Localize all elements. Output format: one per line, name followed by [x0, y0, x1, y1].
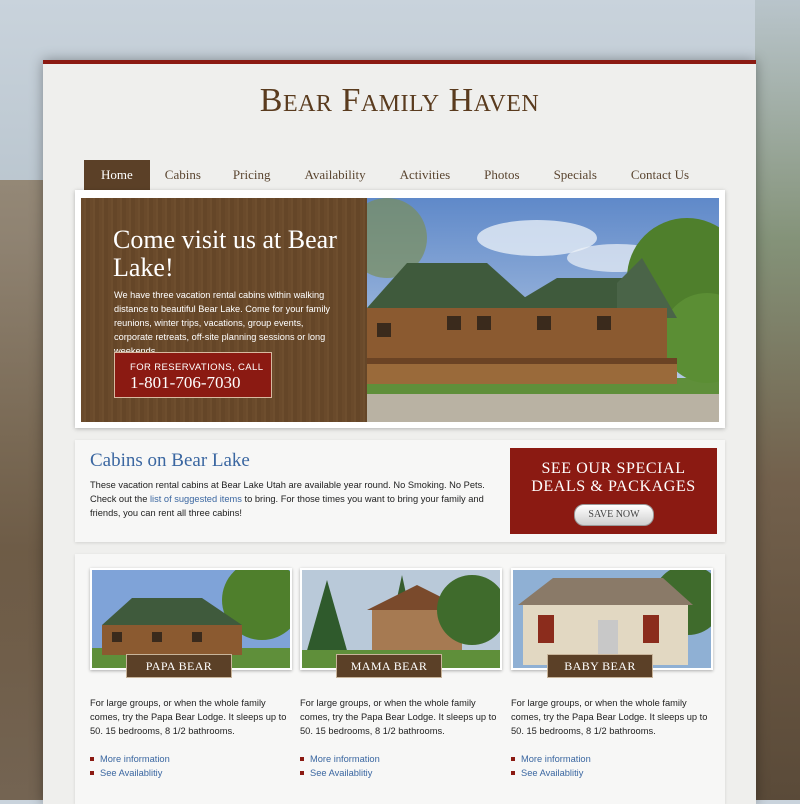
deals-heading-line1: SEE OUR SPECIAL [541, 460, 686, 477]
baby-availability-link[interactable]: See Availablitiy [511, 766, 591, 780]
deals-heading-line2: DEALS & PACKAGES [531, 478, 696, 495]
hero-banner: Come visit us at Bear Lake! We have thre… [75, 190, 725, 428]
call-label: FOR RESERVATIONS, CALL [130, 362, 264, 373]
hero-wood-panel: Come visit us at Bear Lake! We have thre… [81, 198, 367, 422]
cabins-intro-section: Cabins on Bear Lake These vacation renta… [75, 440, 725, 542]
papa-bear-links: More information See Availablitiy [90, 752, 170, 780]
mama-bear-description: For large groups, or when the whole fami… [300, 698, 497, 736]
papa-bear-label[interactable]: PAPA BEAR [126, 654, 232, 678]
page-container: Bear Family Haven Home Cabins Pricing Av… [43, 60, 756, 804]
hero-title: Come visit us at Bear Lake! [113, 225, 337, 282]
cabins-section-text: These vacation rental cabins at Bear Lak… [90, 478, 485, 520]
mama-bear-label[interactable]: MAMA BEAR [336, 654, 442, 678]
baby-bear-description: For large groups, or when the whole fami… [511, 698, 708, 736]
cabins-section-title: Cabins on Bear Lake [90, 450, 250, 471]
site-logo[interactable]: Bear Family Haven [43, 82, 756, 120]
phone-number: 1-801-706-7030 [130, 373, 241, 392]
hero-cabin-photo [367, 198, 719, 422]
suggested-items-link[interactable]: list of suggested items [150, 494, 242, 504]
hero-description: We have three vacation rental cabins wit… [114, 290, 331, 356]
nav-item-specials[interactable]: Specials [537, 160, 614, 190]
reservation-call-button[interactable]: FOR RESERVATIONS, CALL 1-801-706-7030 [114, 352, 272, 398]
baby-more-info-link[interactable]: More information [511, 752, 591, 766]
nav-item-photos[interactable]: Photos [467, 160, 536, 190]
background-blur-right [755, 0, 800, 800]
main-nav: Home Cabins Pricing Availability Activit… [84, 160, 706, 190]
nav-item-home[interactable]: Home [84, 160, 150, 190]
cabin-cards-section: PAPA BEAR For large groups, or when the … [75, 554, 725, 804]
nav-item-activities[interactable]: Activities [383, 160, 468, 190]
special-deals-banner[interactable]: SEE OUR SPECIAL DEALS & PACKAGES SAVE NO… [510, 448, 717, 534]
nav-item-contact[interactable]: Contact Us [614, 160, 706, 190]
nav-item-pricing[interactable]: Pricing [216, 160, 288, 190]
nav-item-cabins[interactable]: Cabins [150, 160, 216, 190]
mama-more-info-link[interactable]: More information [300, 752, 380, 766]
baby-bear-label[interactable]: BABY BEAR [547, 654, 653, 678]
mama-bear-links: More information See Availablitiy [300, 752, 380, 780]
baby-bear-links: More information See Availablitiy [511, 752, 591, 780]
papa-more-info-link[interactable]: More information [90, 752, 170, 766]
papa-availability-link[interactable]: See Availablitiy [90, 766, 170, 780]
mama-availability-link[interactable]: See Availablitiy [300, 766, 380, 780]
nav-item-availability[interactable]: Availability [287, 160, 382, 190]
save-now-button[interactable]: SAVE NOW [574, 504, 654, 526]
papa-bear-description: For large groups, or when the whole fami… [90, 698, 287, 736]
